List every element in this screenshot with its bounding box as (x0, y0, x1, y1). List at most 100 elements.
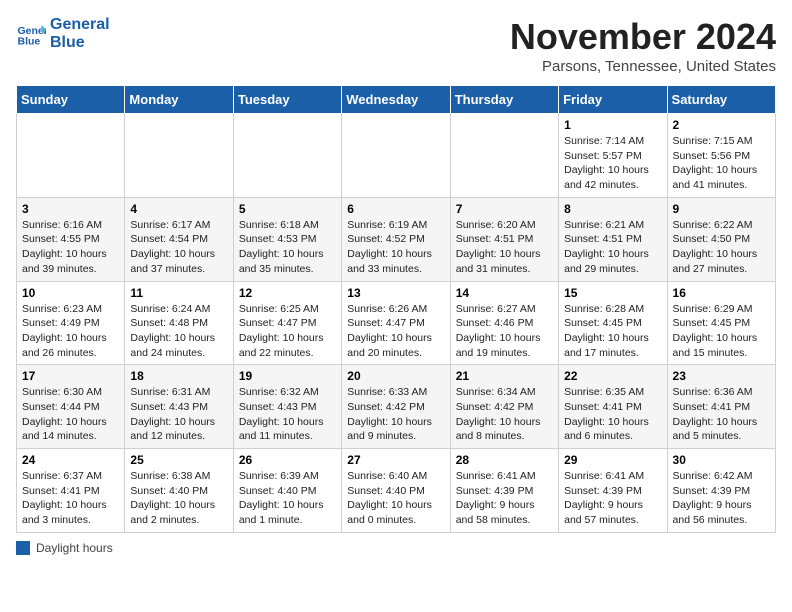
calendar-cell (17, 114, 125, 198)
calendar-cell: 10Sunrise: 6:23 AM Sunset: 4:49 PM Dayli… (17, 281, 125, 365)
logo-icon: General Blue (16, 19, 46, 49)
calendar-cell (125, 114, 233, 198)
day-number: 23 (673, 369, 770, 383)
logo: General Blue General Blue (16, 16, 110, 51)
day-number: 20 (347, 369, 444, 383)
day-info: Sunrise: 6:37 AM Sunset: 4:41 PM Dayligh… (22, 469, 119, 528)
day-number: 9 (673, 202, 770, 216)
calendar-cell: 27 Sunrise: 6:40 AM Sunset: 4:40 PM Dayli… (342, 449, 450, 533)
day-info: Sunrise: 6:27 AM Sunset: 4:46 PM Dayligh… (456, 302, 553, 361)
day-info: Sunrise: 6:24 AM Sunset: 4:48 PM Dayligh… (130, 302, 227, 361)
day-number: 4 (130, 202, 227, 216)
calendar-cell: 24 Sunrise: 6:37 AM Sunset: 4:41 PM Dayli… (17, 449, 125, 533)
day-info: Sunrise: 6:40 AM Sunset: 4:40 PM Dayligh… (347, 469, 444, 528)
day-info: Sunrise: 6:36 AM Sunset: 4:41 PM Dayligh… (673, 385, 770, 444)
calendar-cell: 25 Sunrise: 6:38 AM Sunset: 4:40 PM Dayli… (125, 449, 233, 533)
day-info: Sunrise: 6:26 AM Sunset: 4:47 PM Dayligh… (347, 302, 444, 361)
title-block: November 2024 Parsons, Tennessee, United… (510, 16, 776, 75)
day-number: 17 (22, 369, 119, 383)
calendar-cell: 7Sunrise: 6:20 AM Sunset: 4:51 PM Daylig… (450, 197, 558, 281)
day-info: Sunrise: 6:16 AM Sunset: 4:55 PM Dayligh… (22, 218, 119, 277)
calendar-week-row: 10Sunrise: 6:23 AM Sunset: 4:49 PM Dayli… (17, 281, 776, 365)
day-number: 6 (347, 202, 444, 216)
day-number: 30 (673, 453, 770, 467)
calendar-week-row: 1Sunrise: 7:14 AM Sunset: 5:57 PM Daylig… (17, 114, 776, 198)
day-info: Sunrise: 6:25 AM Sunset: 4:47 PM Dayligh… (239, 302, 336, 361)
calendar-week-row: 17 Sunrise: 6:30 AM Sunset: 4:44 PM Dayli… (17, 365, 776, 449)
calendar-cell: 4 Sunrise: 6:17 AM Sunset: 4:54 PM Daylig… (125, 197, 233, 281)
calendar-cell (342, 114, 450, 198)
calendar-header-row: SundayMondayTuesdayWednesdayThursdayFrid… (17, 86, 776, 114)
day-info: Sunrise: 6:29 AM Sunset: 4:45 PM Dayligh… (673, 302, 770, 361)
calendar-cell: 8Sunrise: 6:21 AM Sunset: 4:51 PM Daylig… (559, 197, 667, 281)
calendar-day-header: Monday (125, 86, 233, 114)
calendar-cell: 2 Sunrise: 7:15 AM Sunset: 5:56 PM Daylig… (667, 114, 775, 198)
calendar-cell: 11Sunrise: 6:24 AM Sunset: 4:48 PM Dayli… (125, 281, 233, 365)
calendar-cell: 19 Sunrise: 6:32 AM Sunset: 4:43 PM Dayli… (233, 365, 341, 449)
day-info: Sunrise: 6:18 AM Sunset: 4:53 PM Dayligh… (239, 218, 336, 277)
calendar-cell: 22 Sunrise: 6:35 AM Sunset: 4:41 PM Dayli… (559, 365, 667, 449)
calendar-cell: 3Sunrise: 6:16 AM Sunset: 4:55 PM Daylig… (17, 197, 125, 281)
day-number: 22 (564, 369, 661, 383)
calendar-cell: 15 Sunrise: 6:28 AM Sunset: 4:45 PM Dayli… (559, 281, 667, 365)
calendar-cell: 1Sunrise: 7:14 AM Sunset: 5:57 PM Daylig… (559, 114, 667, 198)
calendar-cell: 26 Sunrise: 6:39 AM Sunset: 4:40 PM Dayli… (233, 449, 341, 533)
day-number: 7 (456, 202, 553, 216)
day-info: Sunrise: 6:39 AM Sunset: 4:40 PM Dayligh… (239, 469, 336, 528)
day-info: Sunrise: 6:32 AM Sunset: 4:43 PM Dayligh… (239, 385, 336, 444)
location: Parsons, Tennessee, United States (510, 58, 776, 75)
day-number: 27 (347, 453, 444, 467)
day-number: 18 (130, 369, 227, 383)
day-info: Sunrise: 6:28 AM Sunset: 4:45 PM Dayligh… (564, 302, 661, 361)
calendar-cell: 21Sunrise: 6:34 AM Sunset: 4:42 PM Dayli… (450, 365, 558, 449)
day-number: 12 (239, 286, 336, 300)
calendar-cell: 16Sunrise: 6:29 AM Sunset: 4:45 PM Dayli… (667, 281, 775, 365)
day-info: Sunrise: 6:42 AM Sunset: 4:39 PM Dayligh… (673, 469, 770, 528)
day-number: 28 (456, 453, 553, 467)
day-info: Sunrise: 7:15 AM Sunset: 5:56 PM Dayligh… (673, 134, 770, 193)
day-number: 24 (22, 453, 119, 467)
day-number: 26 (239, 453, 336, 467)
day-number: 15 (564, 286, 661, 300)
day-number: 10 (22, 286, 119, 300)
calendar-cell: 5Sunrise: 6:18 AM Sunset: 4:53 PM Daylig… (233, 197, 341, 281)
day-number: 2 (673, 118, 770, 132)
calendar-cell: 30 Sunrise: 6:42 AM Sunset: 4:39 PM Dayli… (667, 449, 775, 533)
logo-blue: Blue (50, 34, 110, 52)
calendar-day-header: Friday (559, 86, 667, 114)
day-number: 25 (130, 453, 227, 467)
calendar-cell: 14Sunrise: 6:27 AM Sunset: 4:46 PM Dayli… (450, 281, 558, 365)
day-number: 1 (564, 118, 661, 132)
calendar-week-row: 3Sunrise: 6:16 AM Sunset: 4:55 PM Daylig… (17, 197, 776, 281)
day-number: 13 (347, 286, 444, 300)
legend: Daylight hours (16, 541, 776, 555)
day-number: 21 (456, 369, 553, 383)
day-info: Sunrise: 6:41 AM Sunset: 4:39 PM Dayligh… (564, 469, 661, 528)
calendar-table: SundayMondayTuesdayWednesdayThursdayFrid… (16, 85, 776, 533)
calendar-cell: 28 Sunrise: 6:41 AM Sunset: 4:39 PM Dayli… (450, 449, 558, 533)
calendar-day-header: Wednesday (342, 86, 450, 114)
calendar-cell: 9Sunrise: 6:22 AM Sunset: 4:50 PM Daylig… (667, 197, 775, 281)
calendar-day-header: Tuesday (233, 86, 341, 114)
calendar-day-header: Thursday (450, 86, 558, 114)
day-number: 19 (239, 369, 336, 383)
day-info: Sunrise: 6:35 AM Sunset: 4:41 PM Dayligh… (564, 385, 661, 444)
calendar-cell: 20 Sunrise: 6:33 AM Sunset: 4:42 PM Dayli… (342, 365, 450, 449)
svg-text:Blue: Blue (18, 35, 41, 47)
page-header: General Blue General Blue November 2024 … (16, 16, 776, 75)
day-info: Sunrise: 6:38 AM Sunset: 4:40 PM Dayligh… (130, 469, 227, 528)
calendar-cell: 12 Sunrise: 6:25 AM Sunset: 4:47 PM Dayli… (233, 281, 341, 365)
day-info: Sunrise: 6:30 AM Sunset: 4:44 PM Dayligh… (22, 385, 119, 444)
calendar-day-header: Sunday (17, 86, 125, 114)
day-info: Sunrise: 6:17 AM Sunset: 4:54 PM Dayligh… (130, 218, 227, 277)
day-info: Sunrise: 6:31 AM Sunset: 4:43 PM Dayligh… (130, 385, 227, 444)
day-info: Sunrise: 6:41 AM Sunset: 4:39 PM Dayligh… (456, 469, 553, 528)
day-info: Sunrise: 6:33 AM Sunset: 4:42 PM Dayligh… (347, 385, 444, 444)
calendar-cell (233, 114, 341, 198)
day-number: 8 (564, 202, 661, 216)
day-info: Sunrise: 6:19 AM Sunset: 4:52 PM Dayligh… (347, 218, 444, 277)
calendar-cell: 18 Sunrise: 6:31 AM Sunset: 4:43 PM Dayli… (125, 365, 233, 449)
logo-general: General (50, 16, 110, 34)
calendar-week-row: 24 Sunrise: 6:37 AM Sunset: 4:41 PM Dayli… (17, 449, 776, 533)
legend-label: Daylight hours (36, 541, 113, 555)
